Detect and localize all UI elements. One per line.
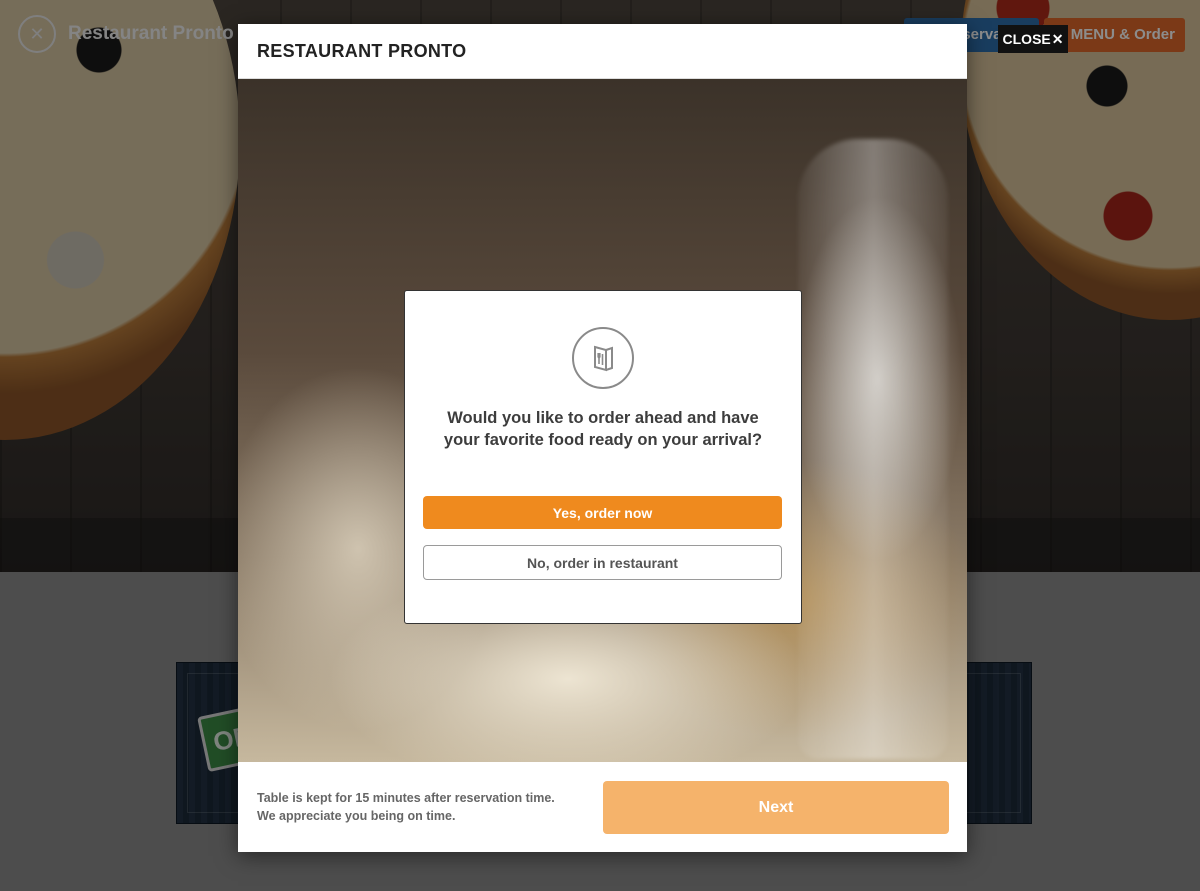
close-button[interactable]: CLOSE ✕	[998, 25, 1068, 53]
menu-book-icon-svg	[594, 345, 613, 372]
reservation-policy-note: Table is kept for 15 minutes after reser…	[257, 789, 587, 825]
yes-order-now-button[interactable]: Yes, order now	[423, 496, 782, 529]
wine-glass-image	[798, 139, 948, 759]
menu-book-icon	[572, 327, 634, 389]
order-ahead-dialog: Would you like to order ahead and have y…	[404, 290, 802, 624]
close-label: CLOSE	[1002, 31, 1051, 47]
restaurant-table-photo: Would you like to order ahead and have y…	[238, 79, 967, 762]
modal-footer: Table is kept for 15 minutes after reser…	[238, 762, 967, 852]
modal-header: RESTAURANT PRONTO	[238, 24, 967, 79]
no-order-in-restaurant-button[interactable]: No, order in restaurant	[423, 545, 782, 580]
policy-note-line-2: We appreciate you being on time.	[257, 809, 456, 823]
order-ahead-question: Would you like to order ahead and have y…	[443, 409, 763, 449]
modal-title: RESTAURANT PRONTO	[257, 40, 467, 61]
reservation-modal: RESTAURANT PRONTO Would you like to orde…	[238, 24, 967, 852]
next-button[interactable]: Next	[603, 781, 949, 834]
policy-note-line-1: Table is kept for 15 minutes after reser…	[257, 791, 555, 805]
close-icon: ✕	[1051, 30, 1064, 47]
